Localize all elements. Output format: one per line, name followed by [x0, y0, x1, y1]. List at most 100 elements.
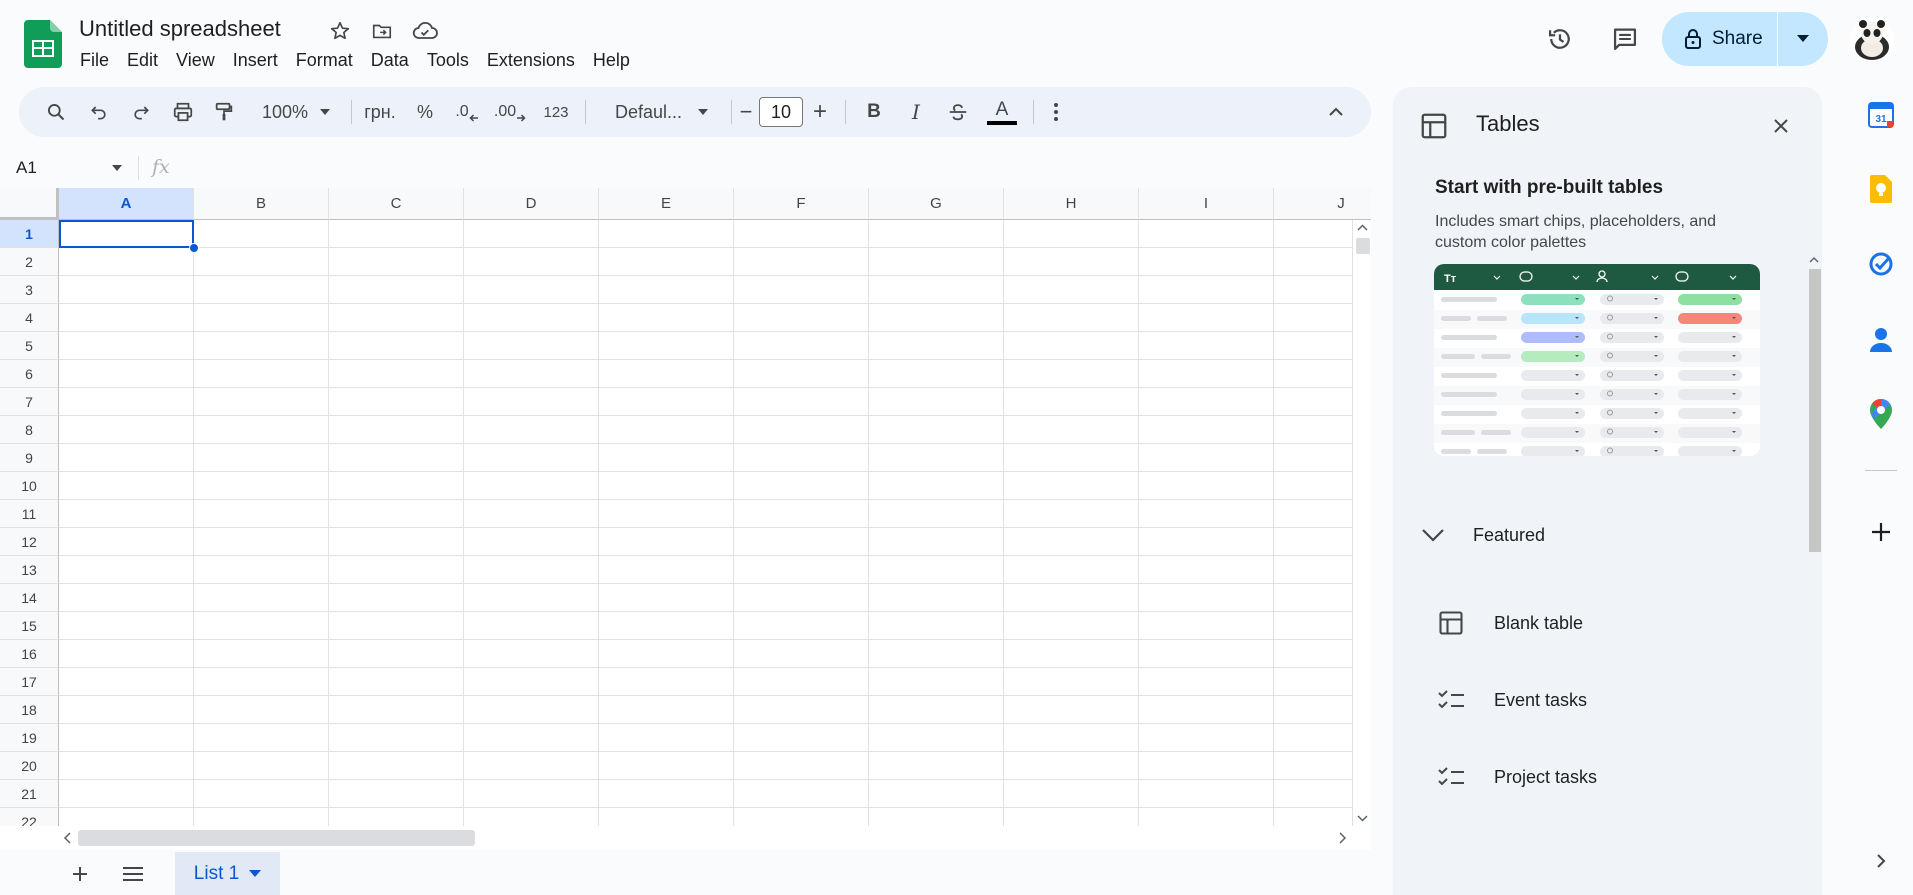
row-header[interactable]: 16 — [0, 640, 59, 668]
column-header[interactable]: J — [1274, 188, 1371, 220]
get-add-ons-icon[interactable] — [1864, 515, 1898, 549]
show-side-panel-icon[interactable] — [1864, 844, 1898, 878]
row-header[interactable]: 5 — [0, 332, 59, 360]
horizontal-scroll-thumb[interactable] — [78, 830, 475, 846]
zoom-select[interactable]: 100% — [253, 87, 339, 137]
fill-handle[interactable] — [189, 243, 199, 253]
italic-button[interactable]: I — [898, 87, 934, 137]
scroll-up-icon[interactable] — [1807, 255, 1821, 265]
column-header[interactable]: B — [194, 188, 329, 220]
selected-cell-a1[interactable] — [59, 220, 194, 248]
row-header[interactable]: 14 — [0, 584, 59, 612]
menu-tools[interactable]: Tools — [418, 48, 478, 73]
table-preview-image[interactable]: Tт — [1434, 264, 1760, 456]
column-header[interactable]: I — [1139, 188, 1274, 220]
column-header[interactable]: D — [464, 188, 599, 220]
project-tasks-item[interactable]: Project tasks — [1426, 752, 1806, 802]
undo-icon[interactable] — [82, 87, 116, 137]
column-header[interactable]: C — [329, 188, 464, 220]
formula-input[interactable] — [180, 150, 1370, 186]
row-header[interactable]: 9 — [0, 444, 59, 472]
contacts-icon[interactable] — [1864, 322, 1898, 356]
row-header[interactable]: 8 — [0, 416, 59, 444]
menu-format[interactable]: Format — [287, 48, 362, 73]
menu-file[interactable]: File — [71, 48, 118, 73]
spreadsheet-grid[interactable]: ABCDEFGHIJ 1 2 3 4 5 6 7 8 9 10 11 12 13 14 15 16 17 18 19… — [0, 188, 1371, 826]
tasks-icon[interactable] — [1864, 247, 1898, 281]
scroll-up-icon[interactable] — [1353, 222, 1371, 234]
row-header[interactable]: 20 — [0, 752, 59, 780]
close-icon[interactable] — [1766, 111, 1796, 141]
row-header[interactable]: 11 — [0, 500, 59, 528]
row-header[interactable]: 3 — [0, 276, 59, 304]
add-sheet-icon[interactable] — [66, 862, 94, 886]
sheet-tab-list-1[interactable]: List 1 — [175, 852, 280, 895]
version-history-icon[interactable] — [1540, 19, 1580, 59]
select-all-corner[interactable] — [0, 188, 59, 220]
panel-scrollbar[interactable] — [1807, 177, 1821, 895]
sheets-logo-icon[interactable] — [24, 20, 62, 68]
column-header[interactable]: F — [734, 188, 869, 220]
menu-help[interactable]: Help — [584, 48, 639, 73]
comments-icon[interactable] — [1605, 19, 1645, 59]
row-header[interactable]: 7 — [0, 388, 59, 416]
blank-table-item[interactable]: Blank table — [1426, 598, 1806, 648]
format-currency-button[interactable]: грн. — [359, 87, 401, 137]
row-header[interactable]: 2 — [0, 248, 59, 276]
featured-section-header[interactable]: Featured — [1473, 525, 1545, 546]
menu-edit[interactable]: Edit — [118, 48, 167, 73]
vertical-scrollbar[interactable] — [1352, 220, 1371, 826]
row-header[interactable]: 18 — [0, 696, 59, 724]
row-header[interactable]: 15 — [0, 612, 59, 640]
horizontal-scrollbar[interactable] — [0, 826, 1371, 850]
increase-font-size-button[interactable]: + — [807, 87, 833, 137]
vertical-scroll-thumb[interactable] — [1356, 238, 1370, 254]
row-header[interactable]: 6 — [0, 360, 59, 388]
strikethrough-icon[interactable] — [940, 87, 976, 137]
menu-data[interactable]: Data — [362, 48, 418, 73]
row-header[interactable]: 10 — [0, 472, 59, 500]
star-icon[interactable] — [327, 18, 353, 44]
search-menus-icon[interactable] — [39, 87, 73, 137]
text-color-button[interactable]: A — [982, 87, 1022, 137]
decrease-font-size-button[interactable]: − — [733, 87, 759, 137]
print-icon[interactable] — [166, 87, 200, 137]
maps-icon[interactable] — [1864, 397, 1898, 431]
keep-icon[interactable] — [1864, 172, 1898, 206]
calendar-icon[interactable]: 31 — [1864, 98, 1898, 132]
row-header[interactable]: 4 — [0, 304, 59, 332]
row-header[interactable]: 1 — [0, 220, 59, 248]
row-header[interactable]: 12 — [0, 528, 59, 556]
chevron-down-icon[interactable] — [249, 870, 262, 877]
increase-decimal-button[interactable]: .00 — [489, 87, 531, 137]
all-sheets-icon[interactable] — [118, 862, 148, 886]
cloud-saved-icon[interactable] — [412, 18, 438, 44]
row-header[interactable]: 19 — [0, 724, 59, 752]
row-header[interactable]: 22 — [0, 808, 59, 826]
scroll-right-icon[interactable] — [1336, 831, 1348, 845]
menu-extensions[interactable]: Extensions — [478, 48, 584, 73]
column-header[interactable]: G — [869, 188, 1004, 220]
share-button[interactable]: Share — [1662, 12, 1777, 66]
row-header[interactable]: 17 — [0, 668, 59, 696]
paint-format-icon[interactable] — [207, 87, 241, 137]
share-dropdown-icon[interactable] — [1778, 12, 1828, 66]
name-box[interactable]: A1 — [0, 150, 135, 186]
collapse-menus-icon[interactable] — [1319, 87, 1353, 137]
font-family-select[interactable]: Defaul... — [595, 87, 725, 137]
avatar[interactable] — [1850, 17, 1894, 61]
font-size-input[interactable]: 10 — [759, 97, 803, 127]
menu-view[interactable]: View — [167, 48, 224, 73]
scroll-left-icon[interactable] — [62, 831, 74, 845]
move-folder-icon[interactable] — [369, 18, 395, 44]
event-tasks-item[interactable]: Event tasks — [1426, 675, 1806, 725]
row-header[interactable]: 21 — [0, 780, 59, 808]
more-formats-button[interactable]: 123 — [535, 87, 577, 137]
decrease-decimal-button[interactable]: .0 — [449, 87, 485, 137]
row-header[interactable]: 13 — [0, 556, 59, 584]
bold-button[interactable]: B — [856, 87, 892, 137]
panel-scroll-thumb[interactable] — [1809, 269, 1821, 552]
column-header[interactable]: E — [599, 188, 734, 220]
redo-icon[interactable] — [124, 87, 158, 137]
menu-insert[interactable]: Insert — [224, 48, 287, 73]
